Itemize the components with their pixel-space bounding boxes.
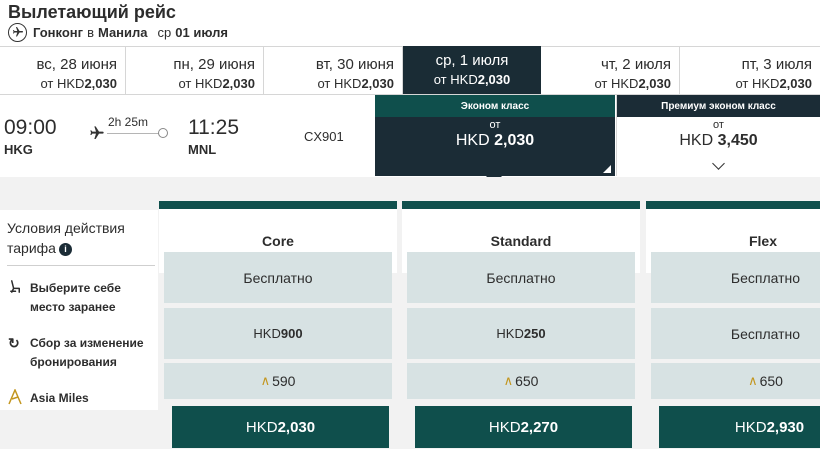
date-label: пт, 3 июля — [741, 56, 812, 73]
fare-column-core: Core Бесплатно HKD 900 ∧ 590 HKD 2,030 — [159, 201, 397, 449]
date-tab-selected[interactable]: ср, 1 июля от HKD2,030 — [403, 46, 541, 94]
corner-fold-icon — [603, 165, 611, 173]
fare-column-flex: Flex Бесплатно Бесплатно ∧ 650 HKD 2,930 — [646, 201, 820, 449]
chevron-down-icon[interactable] — [711, 157, 725, 170]
flight-number: CX901 — [304, 129, 344, 144]
departure-time: 09:00 — [4, 116, 57, 139]
select-fare-button[interactable]: HKD 2,930 — [659, 406, 820, 448]
select-fare-button[interactable]: HKD 2,030 — [172, 406, 389, 448]
date-label: вт, 30 июня — [315, 56, 394, 73]
route-summary: Гонконг в Манила ср 01 июля — [8, 22, 228, 42]
route-destination: Манила — [97, 24, 148, 40]
departure-code: HKG — [4, 142, 33, 157]
condition-label: Сбор за изменение бронирования — [30, 336, 144, 369]
route-origin: Гонконг — [33, 24, 84, 40]
date-label: ср, 1 июля — [435, 52, 509, 69]
route-line — [107, 133, 159, 134]
fare-name: Core — [262, 233, 294, 249]
fare-accent-bar — [402, 201, 640, 209]
flight-row: 09:00 HKG 2h 25m 11:25 MNL CX901 Эконом … — [0, 95, 820, 184]
date-price: от HKD2,030 — [433, 72, 511, 87]
date-selector: вс, 28 июня от HKD2,030 пн, 29 июня от H… — [0, 46, 820, 95]
cabin-price: HKD 3,450 — [679, 132, 758, 149]
conditions-title: Условия действия тарифа i — [7, 220, 125, 256]
fare-seat-value: Бесплатно — [651, 252, 820, 303]
fare-miles-value: ∧ 650 — [407, 363, 635, 399]
cabin-from: от — [713, 119, 724, 131]
fare-miles-value: ∧ 650 — [651, 363, 820, 399]
fare-accent-bar — [159, 201, 397, 209]
fare-comparison: Условия действия тарифа i Выберите себе ме… — [0, 177, 820, 449]
fare-seat-value: Бесплатно — [407, 252, 635, 303]
route-date: 01 июля — [175, 24, 228, 40]
airplane-icon — [88, 125, 106, 146]
date-label: пн, 29 июня — [173, 56, 255, 73]
fare-miles-value: ∧ 590 — [164, 363, 392, 399]
fare-change-value: HKD 250 — [407, 308, 635, 359]
asia-miles-icon: ∧ — [260, 373, 271, 388]
date-price: от HKD2,030 — [40, 76, 117, 91]
cabin-price: HKD 2,030 — [455, 132, 535, 149]
fare-seat-value: Бесплатно — [164, 252, 392, 303]
flight-duration: 2h 25m — [108, 115, 149, 129]
refresh-icon: ↻ — [8, 335, 20, 351]
date-label: чт, 2 июля — [600, 56, 671, 73]
date-tab[interactable]: вт, 30 июня от HKD2,030 — [264, 47, 403, 94]
condition-seat: Выберите себе место заранее — [8, 279, 121, 317]
seat-icon — [8, 279, 30, 298]
condition-label: Asia Miles — [30, 391, 89, 405]
page-title: Вылетающий рейс — [8, 2, 176, 22]
condition-asia-miles: Asia Miles — [8, 388, 89, 409]
arrival-time: 11:25 — [188, 116, 239, 139]
date-price: от HKD2,030 — [317, 76, 394, 91]
fare-name: Flex — [748, 233, 777, 249]
cabin-economy[interactable]: Эконом класс от HKD 2,030 — [375, 95, 615, 176]
airplane-icon — [8, 22, 27, 42]
destination-dot — [158, 128, 168, 138]
condition-change-fee: ↻ Сбор за изменение бронирования — [8, 334, 144, 372]
date-tab[interactable]: чт, 2 июля от HKD2,030 — [541, 47, 680, 94]
date-tab[interactable]: пт, 3 июля от HKD2,030 — [680, 47, 820, 94]
date-tab[interactable]: пн, 29 июня от HKD2,030 — [126, 47, 264, 94]
cabin-premium[interactable]: Премиум эконом класс от HKD 3,450 — [616, 95, 820, 176]
asia-miles-icon: ∧ — [503, 373, 514, 388]
date-price: от HKD2,030 — [735, 76, 812, 91]
date-tab[interactable]: вс, 28 июня от HKD2,030 — [0, 47, 126, 94]
fare-column-standard: Standard Бесплатно HKD 250 ∧ 650 HKD 2,270 — [402, 201, 640, 449]
divider — [7, 265, 155, 266]
cabin-name: Премиум эконом класс — [617, 95, 820, 117]
fare-name: Standard — [490, 233, 552, 249]
cabin-from: от — [489, 119, 501, 131]
cabin-name: Эконом класс — [375, 95, 615, 117]
fare-change-value: HKD 900 — [164, 308, 392, 359]
date-price: от HKD2,030 — [178, 76, 255, 91]
date-price: от HKD2,030 — [594, 76, 671, 91]
route-day: ср — [157, 24, 172, 40]
asia-miles-icon: ∧ — [748, 373, 758, 388]
arrival-code: MNL — [188, 142, 217, 157]
select-fare-button[interactable]: HKD 2,270 — [415, 406, 632, 448]
page-header: Вылетающий рейс Гонконг в Манила ср 01 и… — [0, 0, 820, 46]
info-icon[interactable]: i — [58, 242, 72, 256]
route-connector: в — [87, 24, 94, 40]
asia-miles-icon — [8, 388, 30, 409]
condition-label: Выберите себе место заранее — [30, 281, 121, 314]
fare-accent-bar — [646, 201, 820, 209]
fare-change-value: Бесплатно — [651, 308, 820, 359]
fare-conditions: Условия действия тарифа i Выберите себе ме… — [0, 210, 158, 410]
date-label: вс, 28 июня — [36, 56, 117, 73]
